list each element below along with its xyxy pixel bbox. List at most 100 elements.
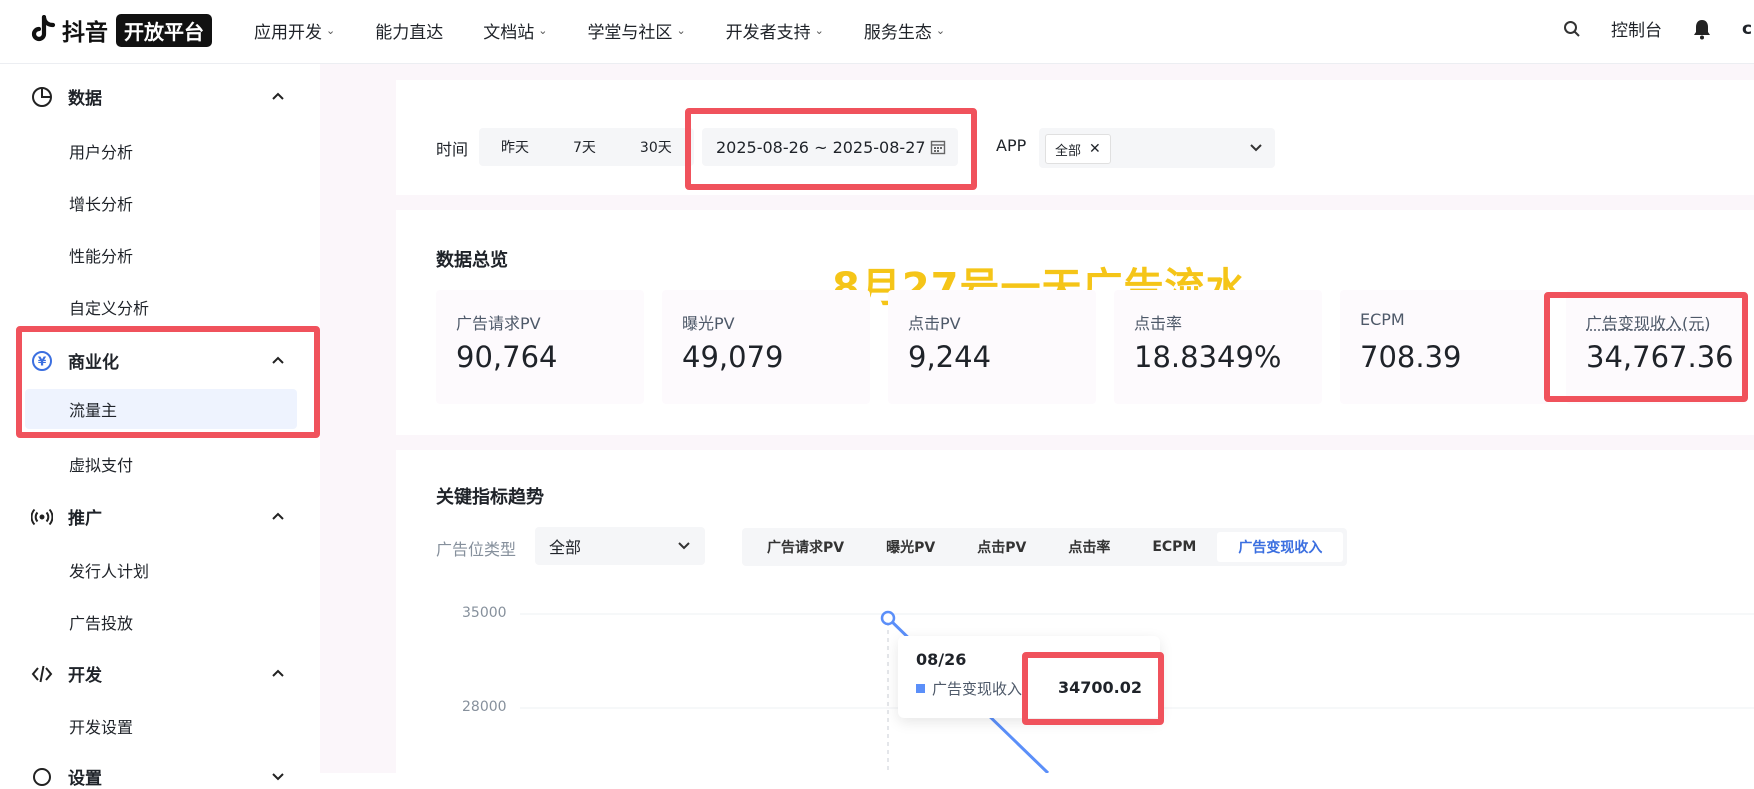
kpi-value: 49,079 xyxy=(682,340,784,374)
chart-tooltip: 08/26 广告变现收入 34700.02 xyxy=(898,636,1160,718)
sidebar: 数据 用户分析 增长分析 性能分析 自定义分析 ¥ 商业化 流量主 虚拟支付 推… xyxy=(0,64,320,789)
sidebar-item-custom-analysis[interactable]: 自定义分析 xyxy=(69,295,149,319)
trend-title: 关键指标趋势 xyxy=(436,487,544,508)
sidebar-group-commerce[interactable]: ¥ 商业化 xyxy=(30,348,285,373)
nav-label: 能力直达 xyxy=(375,23,444,43)
y-tick-label: 28000 xyxy=(462,699,507,715)
range-yesterday[interactable]: 昨天 xyxy=(479,137,551,157)
date-range-value: 2025-08-26 ~ 2025-08-27 xyxy=(716,137,926,157)
sidebar-group-label: 设置 xyxy=(68,769,102,789)
tab-ecpm[interactable]: ECPM xyxy=(1131,532,1217,562)
sidebar-group-promotion[interactable]: 推广 xyxy=(30,504,285,529)
kpi-label[interactable]: 广告变现收入(元) xyxy=(1586,310,1711,334)
search-icon[interactable] xyxy=(1563,20,1581,38)
tab-clicks[interactable]: 点击PV xyxy=(956,532,1047,562)
app-tag: 全部 ✕ xyxy=(1045,134,1111,164)
range-7-days[interactable]: 7天 xyxy=(551,137,618,157)
kpi-value: 9,244 xyxy=(908,340,992,374)
sidebar-item-publisher-plan[interactable]: 发行人计划 xyxy=(69,558,149,582)
series-swatch xyxy=(916,684,925,693)
chevron-down-icon xyxy=(1250,144,1262,152)
svg-text:¥: ¥ xyxy=(38,354,47,368)
top-right-actions: 控制台 c xyxy=(1563,16,1754,41)
chevron-down-icon: ⌄ xyxy=(935,24,946,37)
yuan-icon: ¥ xyxy=(30,349,54,373)
pie-chart-icon xyxy=(30,85,54,109)
logo-name: 抖音 xyxy=(62,20,108,46)
sidebar-group-settings[interactable]: 设置 xyxy=(30,764,285,789)
nav-label: 学堂与社区 xyxy=(587,23,673,43)
console-link[interactable]: 控制台 xyxy=(1611,16,1662,41)
chevron-down-icon: ⌄ xyxy=(538,24,548,37)
chevron-down-icon xyxy=(678,542,690,550)
nav-capabilities[interactable]: 能力直达 xyxy=(375,18,443,43)
sidebar-item-user-analysis[interactable]: 用户分析 xyxy=(69,139,133,163)
tooltip-value: 34700.02 xyxy=(1057,678,1142,697)
kpi-card-ad-revenue: 广告变现收入(元) 34,767.36 xyxy=(1566,290,1746,404)
kpi-value: 90,764 xyxy=(456,340,558,374)
sidebar-item-ad-placement[interactable]: 广告投放 xyxy=(69,610,133,634)
nav-label: 开发者支持 xyxy=(725,23,811,43)
sidebar-group-label: 商业化 xyxy=(68,353,119,373)
quick-range-selector: 昨天 7天 30天 xyxy=(479,128,694,166)
chevron-up-icon xyxy=(271,509,285,525)
date-range-picker[interactable]: 2025-08-26 ~ 2025-08-27 xyxy=(702,128,958,166)
sidebar-group-data[interactable]: 数据 xyxy=(30,84,285,109)
time-label: 时间 xyxy=(436,140,469,159)
douyin-logo[interactable]: 抖音 开放平台 xyxy=(30,13,212,47)
kpi-label: 广告请求PV xyxy=(456,314,541,333)
chevron-down-icon xyxy=(271,769,285,785)
chevron-down-icon: ⌄ xyxy=(676,24,686,37)
tab-ctr[interactable]: 点击率 xyxy=(1047,532,1131,562)
main-nav: 应用开发 ⌄ 能力直达 文档站 ⌄ 学堂与社区 ⌄ 开发者支持 ⌄ 服务生态 ⌄ xyxy=(254,18,945,43)
app-select[interactable]: 全部 ✕ xyxy=(1039,128,1275,168)
overview-title: 数据总览 xyxy=(436,250,508,271)
nav-label: 文档站 xyxy=(483,23,535,43)
slot-type-select[interactable]: 全部 xyxy=(535,527,705,565)
tooltip-series: 广告变现收入 xyxy=(932,680,1023,698)
sidebar-group-label: 数据 xyxy=(68,89,102,109)
nav-label: 服务生态 xyxy=(863,23,932,43)
close-icon[interactable]: ✕ xyxy=(1089,141,1101,157)
avatar[interactable]: c xyxy=(1742,19,1754,39)
sidebar-item-traffic-owner[interactable]: 流量主 xyxy=(25,389,297,429)
top-navigation-bar: 抖音 开放平台 应用开发 ⌄ 能力直达 文档站 ⌄ 学堂与社区 ⌄ 开发者支持 ⌄ 服务… xyxy=(0,0,1754,64)
app-label: APP xyxy=(996,136,1027,155)
kpi-label: 曝光PV xyxy=(682,314,735,333)
code-icon xyxy=(30,662,54,686)
nav-docs[interactable]: 文档站 ⌄ xyxy=(483,18,547,43)
calendar-icon xyxy=(930,140,946,155)
sidebar-item-dev-settings[interactable]: 开发设置 xyxy=(69,714,133,738)
kpi-card-ctr: 点击率 18.8349% xyxy=(1114,290,1322,404)
tab-impressions[interactable]: 曝光PV xyxy=(865,532,956,562)
douyin-note-icon xyxy=(31,15,56,42)
nav-support[interactable]: 开发者支持 ⌄ xyxy=(726,18,824,43)
kpi-label: 点击PV xyxy=(908,314,961,333)
kpi-value: 18.8349% xyxy=(1134,340,1282,374)
tooltip-date: 08/26 xyxy=(916,650,967,669)
bell-icon[interactable] xyxy=(1692,18,1712,40)
chevron-down-icon: ⌄ xyxy=(814,24,824,37)
kpi-label: 点击率 xyxy=(1134,314,1183,333)
nav-ecosystem[interactable]: 服务生态 ⌄ xyxy=(864,18,945,43)
nav-academy[interactable]: 学堂与社区 ⌄ xyxy=(587,18,685,43)
kpi-card-ecpm: ECPM 708.39 xyxy=(1340,290,1548,404)
tab-ad-requests[interactable]: 广告请求PV xyxy=(746,532,865,562)
sidebar-group-develop[interactable]: 开发 xyxy=(30,661,285,686)
sidebar-group-label: 推广 xyxy=(68,509,102,529)
sidebar-item-growth-analysis[interactable]: 增长分析 xyxy=(69,191,133,215)
range-30-days[interactable]: 30天 xyxy=(618,137,694,157)
nav-app-dev[interactable]: 应用开发 ⌄ xyxy=(254,18,335,43)
logo-badge: 开放平台 xyxy=(116,13,212,47)
sidebar-item-label: 流量主 xyxy=(69,401,118,420)
kpi-value: 708.39 xyxy=(1360,340,1462,374)
tab-ad-revenue[interactable]: 广告变现收入 xyxy=(1217,532,1344,562)
data-point-08-26[interactable] xyxy=(880,610,896,626)
sidebar-item-virtual-payment[interactable]: 虚拟支付 xyxy=(69,452,133,476)
kpi-value: 34,767.36 xyxy=(1586,340,1734,374)
sidebar-item-performance-analysis[interactable]: 性能分析 xyxy=(69,243,133,267)
app-tag-label: 全部 xyxy=(1055,143,1082,159)
kpi-card-clicks: 点击PV 9,244 xyxy=(888,290,1096,404)
y-tick-label: 35000 xyxy=(462,605,507,621)
slot-type-label: 广告位类型 xyxy=(436,540,517,559)
